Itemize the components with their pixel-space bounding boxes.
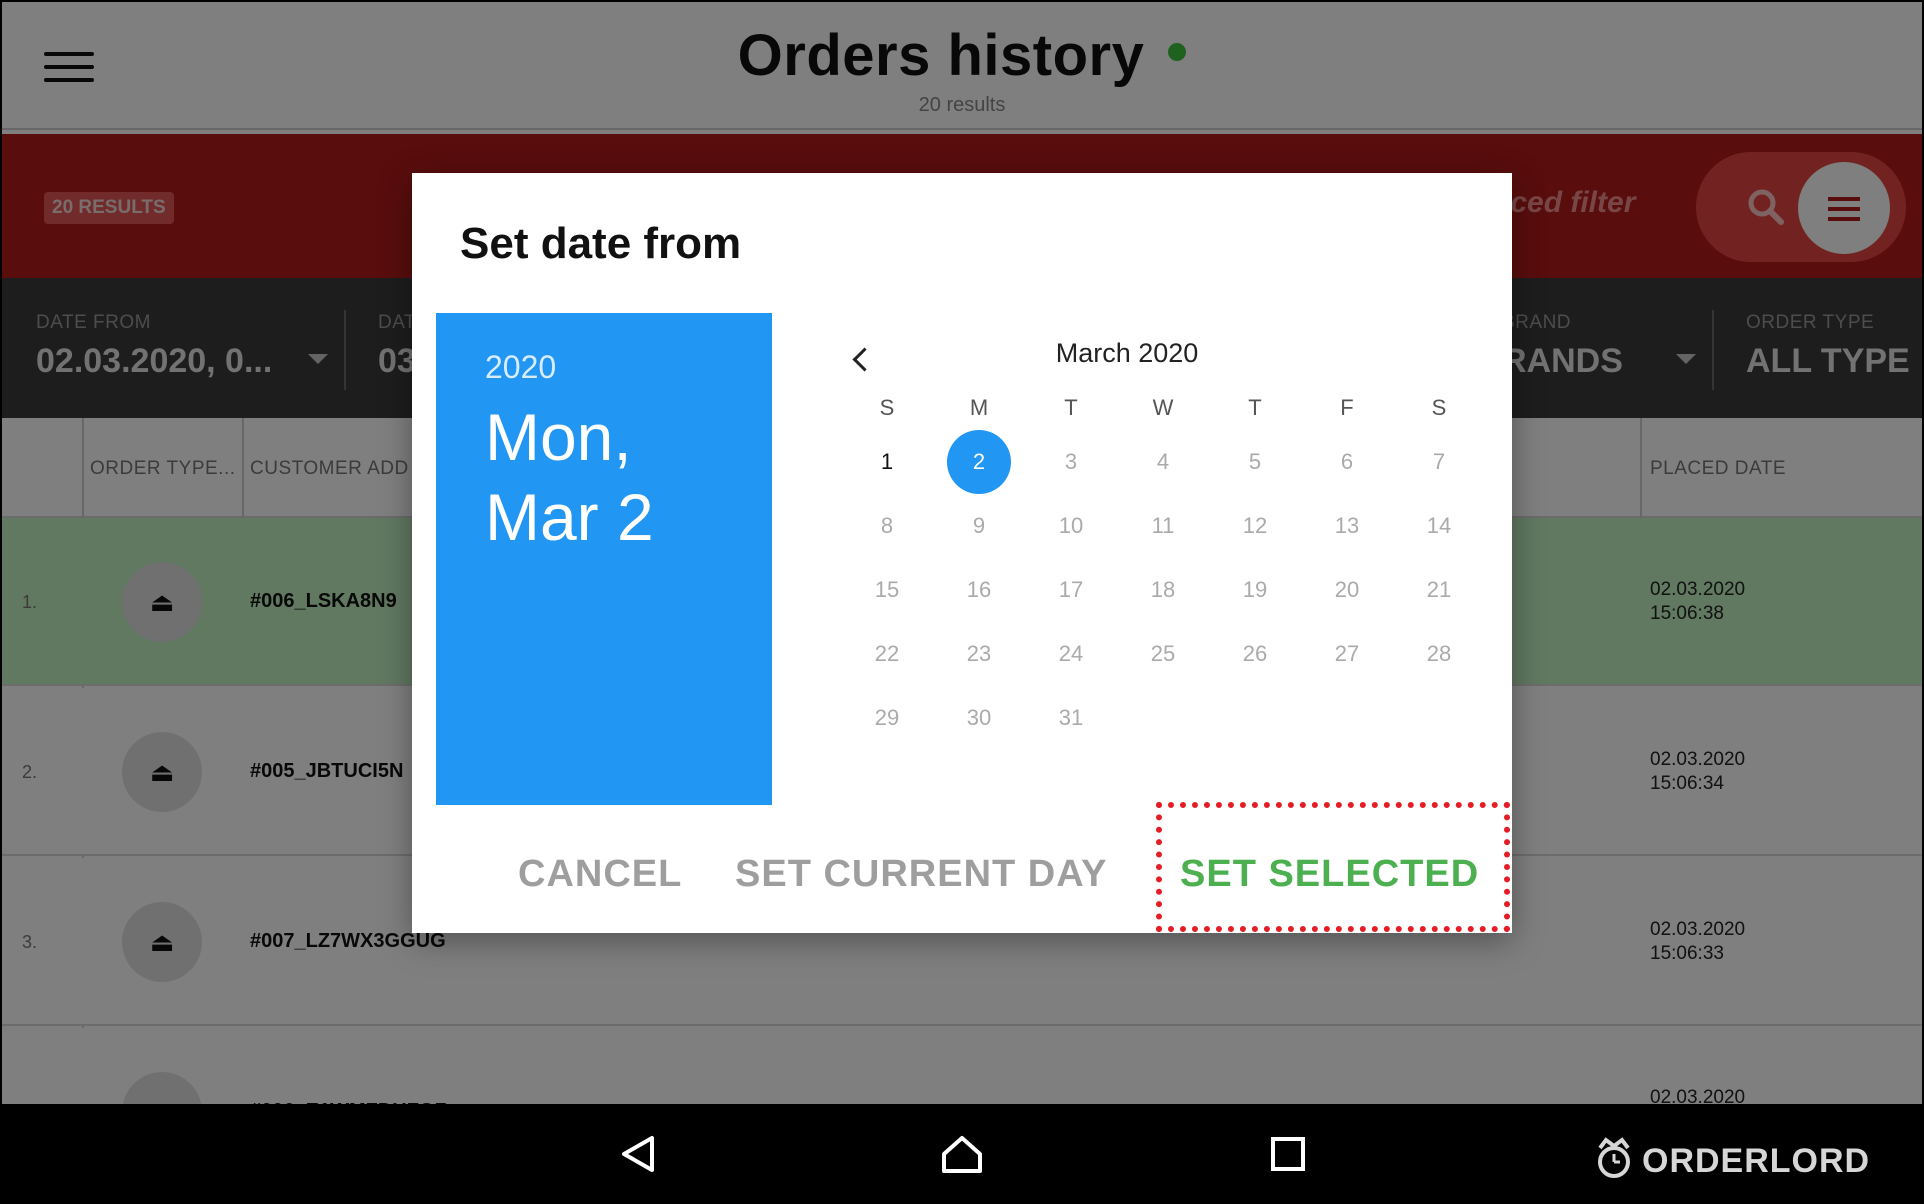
calendar-day[interactable]: 8 xyxy=(855,494,919,558)
calendar-day[interactable]: 1 xyxy=(855,430,919,494)
selected-year[interactable]: 2020 xyxy=(485,349,556,386)
calendar-day[interactable]: 2 xyxy=(947,430,1011,494)
brand-name: ORDERLORD xyxy=(1642,1142,1871,1180)
selected-date-panel: 2020 Mon, Mar 2 xyxy=(436,313,772,805)
calendar-day[interactable]: 4 xyxy=(1131,430,1195,494)
calendar-day[interactable]: 31 xyxy=(1039,686,1103,750)
calendar-day[interactable]: 13 xyxy=(1315,494,1379,558)
weekday-header: W xyxy=(1152,395,1174,420)
calendar-day[interactable]: 25 xyxy=(1131,622,1195,686)
calendar-day[interactable]: 17 xyxy=(1039,558,1103,622)
weekday-header: S xyxy=(879,395,895,420)
calendar-day[interactable]: 6 xyxy=(1315,430,1379,494)
calendar-day[interactable]: 21 xyxy=(1407,558,1471,622)
calendar-day[interactable]: 7 xyxy=(1407,430,1471,494)
system-navigation-bar: ORDERLORD xyxy=(2,1104,1922,1202)
calendar-day[interactable]: 10 xyxy=(1039,494,1103,558)
recents-icon[interactable] xyxy=(1268,1134,1308,1179)
orderlord-logo: ORDERLORD xyxy=(1598,1137,1871,1181)
calendar-day[interactable]: 11 xyxy=(1131,494,1195,558)
calendar-day[interactable]: 26 xyxy=(1223,622,1287,686)
calendar-day[interactable]: 9 xyxy=(947,494,1011,558)
calendar-day[interactable]: 5 xyxy=(1223,430,1287,494)
dialog-title: Set date from xyxy=(460,219,742,268)
highlight-annotation-box xyxy=(1156,802,1510,932)
calendar-day[interactable]: 15 xyxy=(855,558,919,622)
weekday-header: T xyxy=(1064,395,1078,420)
calendar-day[interactable]: 16 xyxy=(947,558,1011,622)
previous-month-icon[interactable] xyxy=(842,341,882,381)
selected-date-day: Mar 2 xyxy=(485,480,654,554)
calendar-day[interactable]: 19 xyxy=(1223,558,1287,622)
calendar-day[interactable]: 20 xyxy=(1315,558,1379,622)
selected-date-display: Mon, Mar 2 xyxy=(485,397,654,557)
back-icon[interactable] xyxy=(618,1134,658,1179)
calendar-day[interactable]: 22 xyxy=(855,622,919,686)
calendar-day[interactable]: 3 xyxy=(1039,430,1103,494)
weekday-header: S xyxy=(1431,395,1447,420)
calendar-day[interactable]: 18 xyxy=(1131,558,1195,622)
calendar-day[interactable]: 12 xyxy=(1223,494,1287,558)
cancel-button[interactable]: CANCEL xyxy=(518,853,682,896)
calendar-day[interactable]: 14 xyxy=(1407,494,1471,558)
set-current-day-button[interactable]: SET CURRENT DAY xyxy=(735,853,1108,896)
calendar-month-label: March 2020 xyxy=(1055,338,1199,368)
home-icon[interactable] xyxy=(940,1134,984,1179)
app-window: Orders history 20 results 20 RESULTS nce… xyxy=(2,2,1922,1202)
weekday-header: M xyxy=(969,395,989,420)
calendar-day[interactable]: 30 xyxy=(947,686,1011,750)
calendar-day[interactable]: 29 xyxy=(855,686,919,750)
calendar-day[interactable]: 24 xyxy=(1039,622,1103,686)
calendar-day[interactable]: 28 xyxy=(1407,622,1471,686)
calendar-day[interactable]: 27 xyxy=(1315,622,1379,686)
selected-date-weekday: Mon, xyxy=(485,400,632,474)
weekday-header: T xyxy=(1248,395,1262,420)
weekday-header: F xyxy=(1340,395,1354,420)
calendar-day[interactable]: 23 xyxy=(947,622,1011,686)
